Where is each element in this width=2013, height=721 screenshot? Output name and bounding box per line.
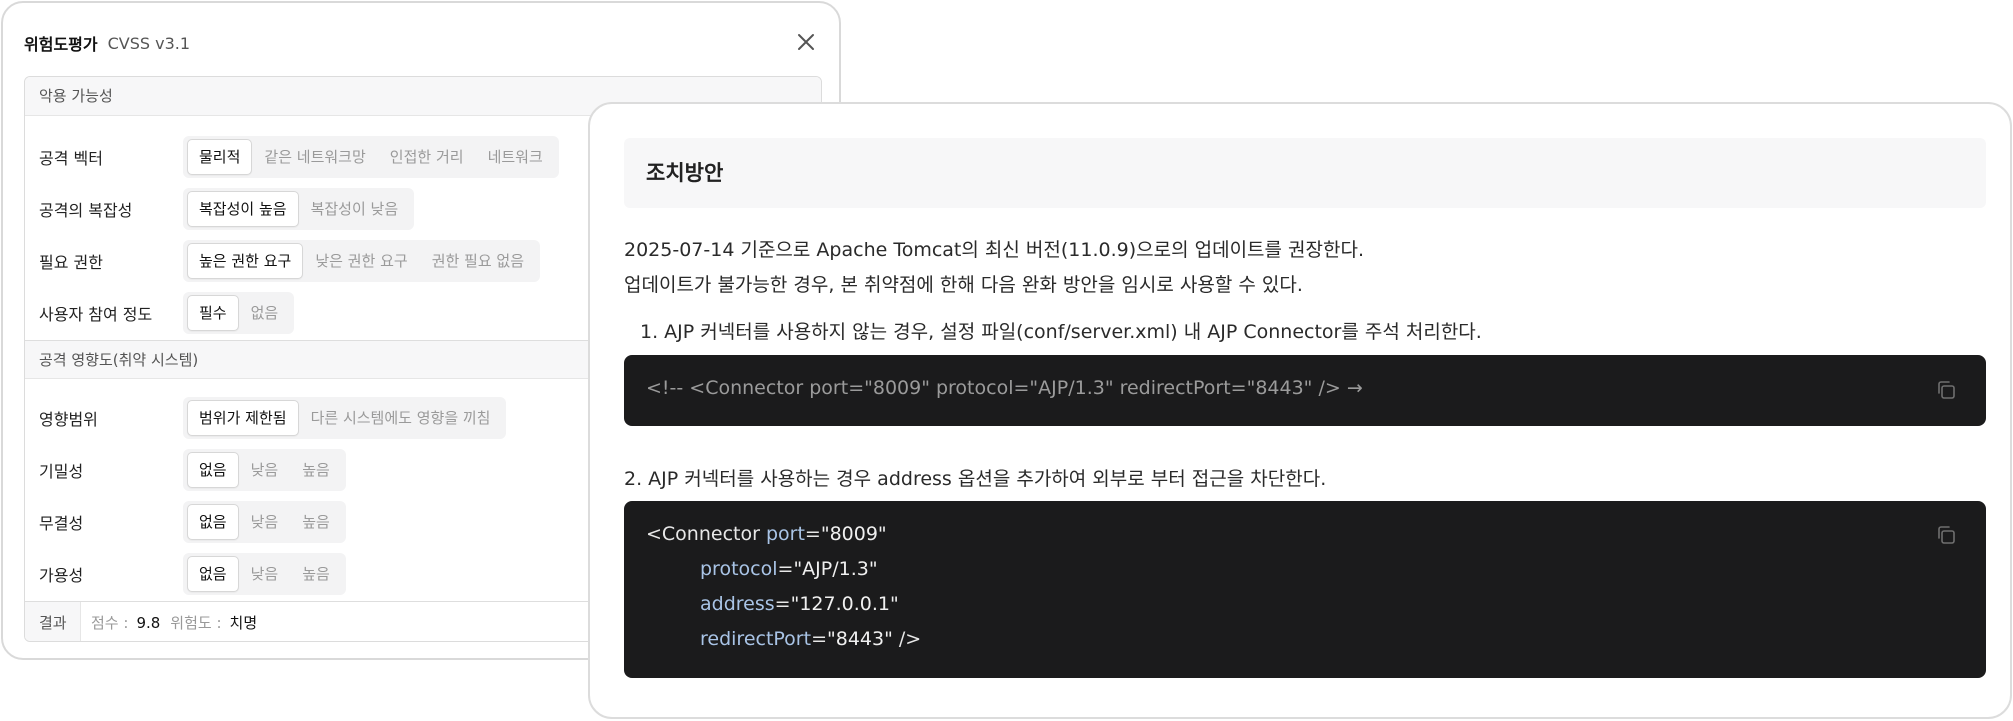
step-2-text: 2. AJP 커넥터를 사용하는 경우 address 옵션을 추가하여 외부로… (624, 468, 1327, 490)
code-line-protocol: protocol="AJP/1.3" (700, 558, 878, 580)
code-attr-value: "8443" (827, 628, 893, 650)
integrity-selector: 없음 낮음 높음 (183, 501, 346, 543)
option-same-network[interactable]: 같은 네트워크망 (252, 140, 377, 174)
copy-button[interactable] (1934, 523, 1958, 547)
code-attr-name: protocol (700, 558, 778, 580)
metric-label: 사용자 참여 정도 (39, 305, 153, 324)
option-scope-changed[interactable]: 다른 시스템에도 영향을 끼침 (299, 401, 503, 435)
code-eq: = (804, 523, 821, 545)
option-avail-high[interactable]: 높음 (290, 557, 342, 591)
option-ui-none[interactable]: 없음 (239, 296, 291, 330)
result-label: 결과 (25, 602, 81, 641)
availability-selector: 없음 낮음 높음 (183, 553, 346, 595)
code-attr-name: port (765, 523, 805, 545)
option-avail-none[interactable]: 없음 (187, 556, 239, 592)
metric-label: 무결성 (39, 514, 84, 533)
severity-label: 위험도 : (170, 614, 222, 632)
option-conf-high[interactable]: 높음 (290, 453, 342, 487)
confidentiality-selector: 없음 낮음 높음 (183, 449, 346, 491)
cvss-version: CVSS v3.1 (107, 33, 191, 53)
metric-label: 공격의 복잡성 (39, 201, 133, 220)
code-block-connector: <Connector port="8009" protocol="AJP/1.3… (624, 501, 1986, 678)
code-line: <!-- <Connector port="8009" protocol="AJ… (646, 377, 1363, 399)
code-tag-open: <Connector (646, 523, 766, 545)
privileges-selector: 높은 권한 요구 낮은 권한 요구 권한 필요 없음 (183, 240, 541, 282)
option-conf-none[interactable]: 없음 (187, 452, 239, 488)
option-scope-unchanged[interactable]: 범위가 제한됨 (187, 400, 299, 436)
close-icon (798, 34, 814, 50)
copy-button[interactable] (1934, 378, 1958, 402)
scope-selector: 범위가 제한됨 다른 시스템에도 영향을 끼침 (183, 397, 507, 439)
option-int-none[interactable]: 없음 (187, 504, 239, 540)
metric-label: 가용성 (39, 566, 84, 585)
option-complexity-high[interactable]: 복잡성이 높음 (187, 191, 299, 227)
option-priv-none[interactable]: 권한 필요 없음 (420, 244, 536, 278)
code-attr-value: "8009" (820, 523, 887, 545)
option-avail-low[interactable]: 낮음 (239, 557, 291, 591)
cvss-title: 위험도평가 (24, 35, 98, 54)
code-block-comment: <!-- <Connector port="8009" protocol="AJ… (624, 355, 1986, 426)
cvss-header: 위험도평가 CVSS v3.1 (24, 31, 190, 55)
code-line-address: address="127.0.0.1" (700, 593, 899, 615)
attack-complexity-selector: 복잡성이 높음 복잡성이 낮음 (183, 188, 415, 230)
copy-icon (1938, 526, 1955, 544)
copy-icon (1938, 381, 1955, 399)
option-priv-high[interactable]: 높은 권한 요구 (187, 243, 304, 279)
code-attr-value: "127.0.0.1" (790, 593, 899, 615)
score-label: 점수 : (91, 614, 129, 632)
option-complexity-low[interactable]: 복잡성이 낮음 (299, 192, 411, 226)
code-eq: = (777, 558, 794, 580)
option-int-low[interactable]: 낮음 (239, 505, 291, 539)
option-adjacent[interactable]: 인접한 거리 (378, 140, 476, 174)
option-int-high[interactable]: 높음 (290, 505, 342, 539)
option-physical[interactable]: 물리적 (187, 139, 253, 175)
severity-value: 치명 (229, 614, 258, 632)
code-eq: = (811, 628, 827, 650)
intro-line-1: 2025-07-14 기준으로 Apache Tomcat의 최신 버전(11.… (624, 239, 1365, 261)
code-eq: = (774, 593, 791, 615)
option-ui-required[interactable]: 필수 (187, 295, 239, 331)
metric-label: 영향범위 (39, 410, 98, 429)
code-attr-name: redirectPort (700, 628, 812, 650)
score-value: 9.8 (136, 613, 161, 632)
attack-vector-selector: 물리적 같은 네트워크망 인접한 거리 네트워크 (183, 136, 559, 178)
option-priv-low[interactable]: 낮은 권한 요구 (303, 244, 419, 278)
code-line-redirect: redirectPort="8443" /> (700, 628, 921, 650)
remediation-title: 조치방안 (624, 138, 1986, 208)
metric-label: 공격 벡터 (39, 149, 103, 168)
metric-label: 기밀성 (39, 462, 84, 481)
code-line-connector: <Connector port="8009" (646, 523, 887, 545)
option-network[interactable]: 네트워크 (476, 140, 555, 174)
metric-label: 필요 권한 (39, 253, 103, 272)
option-conf-low[interactable]: 낮음 (239, 453, 291, 487)
user-interaction-selector: 필수 없음 (183, 292, 295, 334)
close-button[interactable] (793, 29, 819, 55)
code-attr-value: "AJP/1.3" (793, 558, 878, 580)
step-1-text: 1. AJP 커넥터를 사용하지 않는 경우, 설정 파일(conf/serve… (640, 321, 1482, 343)
remediation-panel: 조치방안 2025-07-14 기준으로 Apache Tomcat의 최신 버… (588, 102, 2012, 719)
intro-line-2: 업데이트가 불가능한 경우, 본 취약점에 한해 다음 완화 방안을 임시로 사… (624, 274, 1303, 296)
code-tag-close: /> (892, 628, 922, 650)
code-attr-name: address (700, 593, 775, 615)
